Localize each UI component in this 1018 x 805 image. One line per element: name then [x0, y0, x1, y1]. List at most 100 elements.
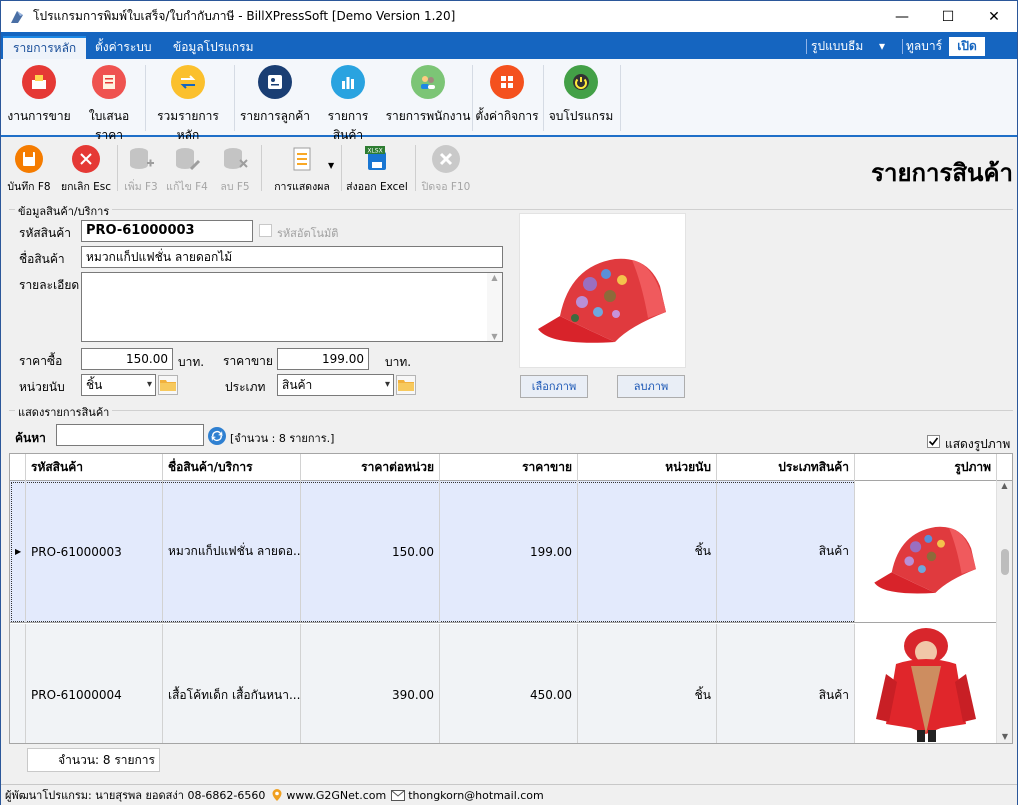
cell-unit[interactable]: ชิ้น	[578, 624, 717, 743]
type-select[interactable]: สินค้า ▾	[277, 374, 394, 396]
folder-icon	[398, 380, 414, 391]
scroll-down-icon[interactable]: ▼	[997, 732, 1012, 741]
close-circle-icon	[431, 144, 461, 174]
database-edit-icon	[172, 144, 202, 174]
column-header-code[interactable]: รหัสสินค้า	[26, 454, 163, 481]
cell-code[interactable]: PRO-61000003	[26, 481, 163, 622]
scroll-up-icon[interactable]: ▲	[997, 481, 1012, 490]
website-link[interactable]: www.G2GNet.com	[286, 789, 386, 802]
table-row[interactable]: ▶ PRO-61000003 หมวกแก็ปแฟชั่น ลายดอ... 1…	[10, 481, 997, 623]
summary-button[interactable]: รวมรายการหลัก	[147, 65, 229, 145]
quotation-button[interactable]: ใบเสนอราคา	[75, 65, 143, 145]
chevron-down-icon[interactable]: ▾	[385, 377, 390, 393]
close-screen-label: ปิดจอ F10	[421, 181, 471, 193]
unit-select[interactable]: ชิ้น ▾	[81, 374, 156, 396]
ribbon-divider	[472, 65, 473, 131]
auto-code-checkbox[interactable]	[259, 224, 272, 237]
price-currency-label: บาท.	[385, 355, 412, 369]
cell-name[interactable]: หมวกแก็ปแฟชั่น ลายดอ...	[163, 481, 301, 622]
grid-vertical-scrollbar[interactable]: ▲ ▼	[996, 481, 1012, 743]
column-header-unit[interactable]: หน่วยนับ	[578, 454, 717, 481]
product-name-input[interactable]: หมวกแก็ปแฟชั่น ลายดอกไม้	[81, 246, 503, 268]
display-dropdown-arrow-icon[interactable]: ▼	[328, 161, 334, 170]
cell-name[interactable]: เสื้อโค้ทเด็ก เสื้อกันหนา...	[163, 624, 301, 743]
refresh-icon[interactable]	[207, 426, 227, 446]
close-screen-button[interactable]: ปิดจอ F10	[421, 144, 471, 195]
close-window-button[interactable]: ✕	[971, 1, 1017, 32]
product-code-input[interactable]: PRO-61000003	[81, 220, 253, 242]
maximize-button[interactable]: ☐	[925, 1, 971, 32]
scroll-up-icon[interactable]: ▲	[487, 273, 502, 282]
cell-type[interactable]: สินค้า	[717, 481, 855, 622]
tab-about[interactable]: ข้อมูลโปรแกรม	[163, 36, 264, 59]
product-image-preview	[519, 213, 686, 368]
type-folder-button[interactable]	[396, 375, 416, 395]
name-label: ชื่อสินค้า	[19, 252, 65, 266]
cell-unit-price[interactable]: 150.00	[301, 481, 440, 622]
cell-type[interactable]: สินค้า	[717, 624, 855, 743]
product-detail-textarea[interactable]	[81, 272, 503, 342]
tab-settings[interactable]: ตั้งค่าระบบ	[85, 36, 162, 59]
products-label: รายการสินค้า	[327, 109, 369, 142]
cell-image[interactable]	[855, 481, 997, 622]
minimize-button[interactable]: —	[879, 1, 925, 32]
edit-label: แก้ไข F4	[166, 181, 208, 193]
theme-menu[interactable]: รูปแบบธีม	[811, 37, 863, 56]
app-window: โปรแกรมการพิมพ์ใบเสร็จ/ใบกำกับภาษี - Bil…	[0, 0, 1018, 805]
database-delete-icon	[220, 144, 250, 174]
type-label: ประเภท	[225, 380, 266, 394]
cell-code[interactable]: PRO-61000004	[26, 624, 163, 743]
cell-unit-price[interactable]: 390.00	[301, 624, 440, 743]
chevron-down-icon[interactable]: ▾	[147, 377, 152, 393]
exit-program-button[interactable]: จบโปรแกรม	[547, 65, 615, 126]
red-kids-jacket-thumbnail	[875, 628, 976, 742]
cost-price-input[interactable]: 150.00	[81, 348, 173, 370]
column-header-image[interactable]: รูปภาพ	[855, 454, 997, 481]
cell-unit[interactable]: ชิ้น	[578, 481, 717, 622]
quotation-label: ใบเสนอราคา	[88, 109, 130, 142]
show-image-checkbox[interactable]	[927, 435, 940, 448]
cell-sale-price[interactable]: 450.00	[440, 624, 578, 743]
customers-button[interactable]: รายการลูกค้า	[239, 65, 311, 126]
delete-button[interactable]: ลบ F5	[213, 144, 257, 195]
auto-code-label: รหัสอัตโนมัติ	[277, 227, 339, 240]
ribbon-divider	[543, 65, 544, 131]
export-excel-label: ส่งออก Excel	[346, 181, 408, 193]
column-header-name[interactable]: ชื่อสินค้า/บริการ	[163, 454, 301, 481]
tab-main[interactable]: รายการหลัก	[3, 36, 87, 59]
display-mode-button[interactable]: การแสดงผล	[267, 144, 337, 195]
table-row[interactable]: PRO-61000004 เสื้อโค้ทเด็ก เสื้อกันหนา..…	[10, 624, 997, 743]
save-button[interactable]: บันทึก F8	[5, 144, 53, 195]
business-settings-button[interactable]: ตั้งค่ากิจการ	[474, 65, 540, 126]
employees-button[interactable]: รายการพนักงาน	[385, 65, 471, 126]
cancel-button[interactable]: ยกเลิก Esc	[58, 144, 114, 195]
add-button[interactable]: เพิ่ม F3	[121, 144, 161, 195]
folder-icon	[160, 380, 176, 391]
column-header-sale-price[interactable]: ราคาขาย	[440, 454, 578, 481]
grid-header: รหัสสินค้า ชื่อสินค้า/บริการ ราคาต่อหน่ว…	[10, 454, 1012, 481]
developer-info: ผู้พัฒนาโปรแกรม: นายสุรพล ยอดสง่า 08-686…	[5, 789, 266, 802]
toolbar-label: ทูลบาร์	[906, 39, 943, 53]
select-image-button[interactable]: เลือกภาพ	[520, 375, 588, 398]
sales-button[interactable]: งานการขาย	[7, 65, 71, 126]
scroll-down-icon[interactable]: ▼	[487, 332, 502, 341]
power-icon	[564, 65, 598, 99]
display-mode-label: การแสดงผล	[274, 181, 330, 193]
search-input[interactable]	[56, 424, 204, 446]
export-excel-button[interactable]: XLSX ส่งออก Excel	[345, 144, 409, 195]
email-link[interactable]: thongkorn@hotmail.com	[408, 789, 544, 802]
toolbar-open-button[interactable]: เปิด	[949, 37, 985, 56]
scroll-thumb[interactable]	[1001, 549, 1009, 575]
detail-scrollbar[interactable]: ▲ ▼	[487, 273, 502, 341]
delete-image-button[interactable]: ลบภาพ	[617, 375, 685, 398]
sale-price-input[interactable]: 199.00	[277, 348, 369, 370]
column-header-type[interactable]: ประเภทสินค้า	[717, 454, 855, 481]
edit-button[interactable]: แก้ไข F4	[165, 144, 209, 195]
theme-chevron-down-icon[interactable]: ▾	[879, 37, 885, 56]
column-header-unit-price[interactable]: ราคาต่อหน่วย	[301, 454, 440, 481]
products-button[interactable]: รายการสินค้า	[313, 65, 383, 145]
database-add-icon	[126, 144, 156, 174]
cell-sale-price[interactable]: 199.00	[440, 481, 578, 622]
unit-folder-button[interactable]	[158, 375, 178, 395]
cell-image[interactable]	[855, 624, 997, 743]
